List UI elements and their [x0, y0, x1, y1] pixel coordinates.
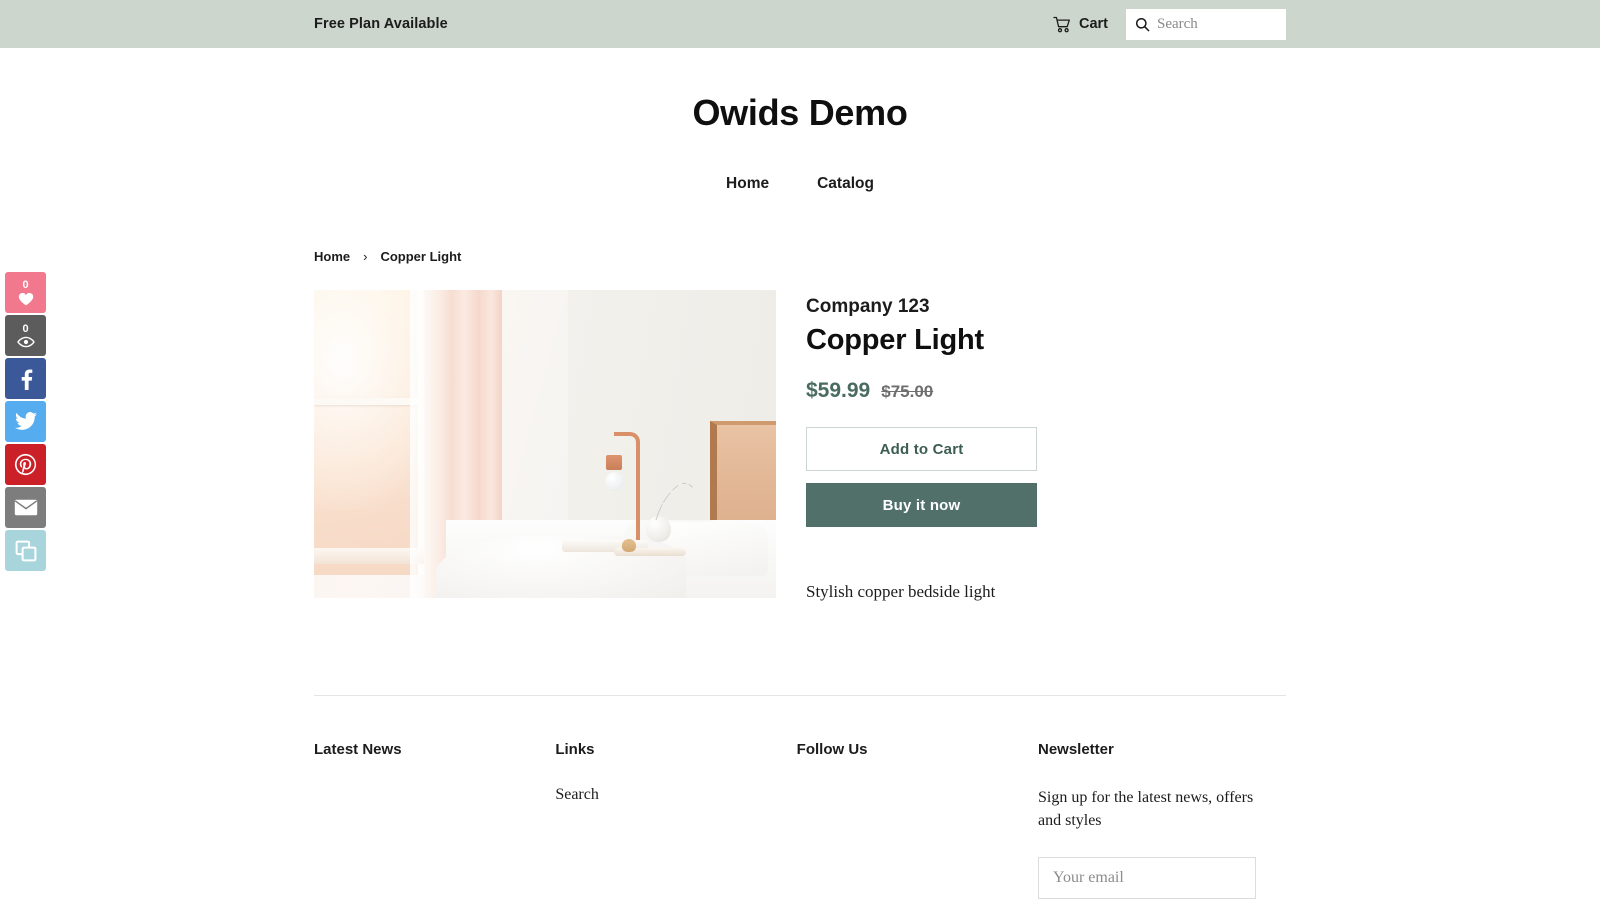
scene-lamp-arm [614, 432, 640, 510]
footer-heading-newsletter: Newsletter [1037, 740, 1114, 758]
nav-item-home[interactable]: Home [716, 171, 779, 197]
footer-column-newsletter: Newsletter Sign up for the latest news, … [1037, 740, 1286, 899]
cart-link[interactable]: Cart [1053, 16, 1108, 33]
announcement-bar: Free Plan Available Cart [0, 0, 1600, 48]
main-navigation: Home Catalog [0, 171, 1600, 197]
search-icon [1135, 17, 1150, 32]
product-media [314, 290, 776, 605]
like-count: 0 [22, 278, 29, 291]
view-count: 0 [22, 322, 29, 335]
share-tile-email[interactable] [5, 487, 46, 528]
site-footer: Latest News Links Search Follow Us Newsl… [314, 694, 1286, 899]
pinterest-icon [14, 453, 37, 476]
product-vendor: Company 123 [806, 296, 930, 317]
page-content: Home › Copper Light Company 123 Copper L… [314, 197, 1286, 605]
copy-icon [15, 540, 37, 562]
product-compare-at-price: $75.00 [881, 382, 934, 401]
newsletter-description: Sign up for the latest news, offers and … [1037, 788, 1254, 830]
share-tile-like[interactable]: 0 [5, 272, 46, 313]
shopping-cart-icon [1053, 16, 1072, 33]
search-box[interactable] [1126, 8, 1286, 40]
twitter-icon [14, 412, 37, 431]
breadcrumb-separator-icon: › [363, 249, 368, 264]
footer-heading-links: Links [555, 740, 595, 758]
nav-item-catalog[interactable]: Catalog [807, 171, 884, 197]
footer-heading-latest-news: Latest News [314, 740, 402, 758]
announcement-text: Free Plan Available [314, 16, 448, 32]
eye-icon [16, 336, 35, 348]
share-tile-copy-link[interactable] [5, 530, 46, 571]
footer-heading-follow-us: Follow Us [796, 740, 868, 758]
social-share-rail: 0 0 [5, 272, 46, 571]
product-description: Stylish copper bedside light [806, 582, 996, 601]
footer-column-latest-news: Latest News [314, 741, 555, 899]
scene-lamp-bulb [605, 472, 624, 491]
breadcrumb-item-home[interactable]: Home [314, 249, 350, 264]
share-tile-twitter[interactable] [5, 401, 46, 442]
product-title: Copper Light [806, 324, 985, 356]
price-row: $59.99 $75.00 [806, 379, 1286, 403]
add-to-cart-button[interactable]: Add to Cart [806, 427, 1037, 471]
share-tile-facebook[interactable] [5, 358, 46, 399]
scene-lamp-stem [636, 504, 640, 540]
footer-column-links: Links Search [555, 741, 796, 899]
search-input[interactable] [1157, 15, 1277, 33]
scene-lamp-shade [606, 455, 622, 470]
product-info: Company 123 Copper Light $59.99 $75.00 A… [806, 290, 1286, 605]
product-price: $59.99 [806, 379, 871, 402]
heart-icon [18, 292, 34, 306]
share-tile-views[interactable]: 0 [5, 315, 46, 356]
share-tile-pinterest[interactable] [5, 444, 46, 485]
footer-column-follow-us: Follow Us [797, 741, 1038, 899]
product-image[interactable] [314, 290, 776, 598]
scene-trinket [622, 539, 636, 552]
product-section: Company 123 Copper Light $59.99 $75.00 A… [314, 290, 1286, 605]
buy-it-now-button[interactable]: Buy it now [806, 483, 1037, 527]
scene-duvet [436, 536, 686, 598]
facebook-icon [15, 368, 37, 390]
footer-link-search[interactable]: Search [555, 786, 774, 804]
scene-sprig [655, 481, 695, 520]
envelope-icon [14, 499, 38, 516]
store-title[interactable]: Owids Demo [0, 92, 1600, 134]
cart-label: Cart [1078, 16, 1108, 32]
site-header: Owids Demo Home Catalog [0, 48, 1600, 197]
breadcrumb-item-current: Copper Light [380, 249, 462, 264]
breadcrumb: Home › Copper Light [314, 249, 1286, 264]
newsletter-email-input[interactable] [1037, 856, 1256, 899]
